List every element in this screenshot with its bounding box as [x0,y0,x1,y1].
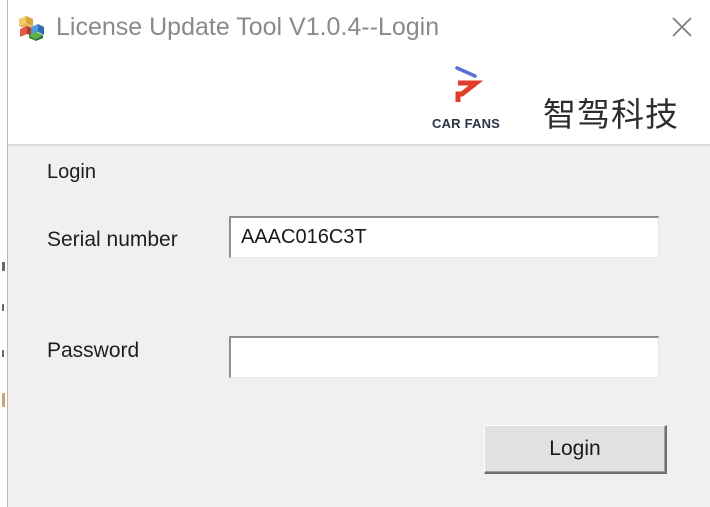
background-window-fragment [2,393,5,407]
login-button[interactable]: Login [484,425,667,474]
brand-header: CAR FANS 智驾科技 [8,58,710,144]
close-button[interactable] [666,11,698,43]
serial-number-input[interactable] [229,216,659,258]
login-group-title: Login [47,161,96,183]
password-label: Password [47,339,140,362]
login-window: License Update Tool V1.0.4--Login CAR FA… [0,0,710,507]
background-window-fragment [2,262,5,271]
serial-number-label: Serial number [47,228,178,251]
window-title: License Update Tool V1.0.4--Login [56,13,440,41]
company-name: 智驾科技 [543,95,679,134]
close-icon [672,17,692,37]
logo-wordmark: CAR FANS [432,116,501,131]
password-input[interactable] [229,336,659,378]
background-window-fragment [2,350,4,357]
colored-cubes-icon [17,14,45,42]
car-fans-logo-icon [450,66,484,106]
login-form-panel: Login Serial number Password Login [8,146,710,507]
title-bar[interactable]: License Update Tool V1.0.4--Login [8,0,710,58]
background-window-fragment [2,304,4,311]
